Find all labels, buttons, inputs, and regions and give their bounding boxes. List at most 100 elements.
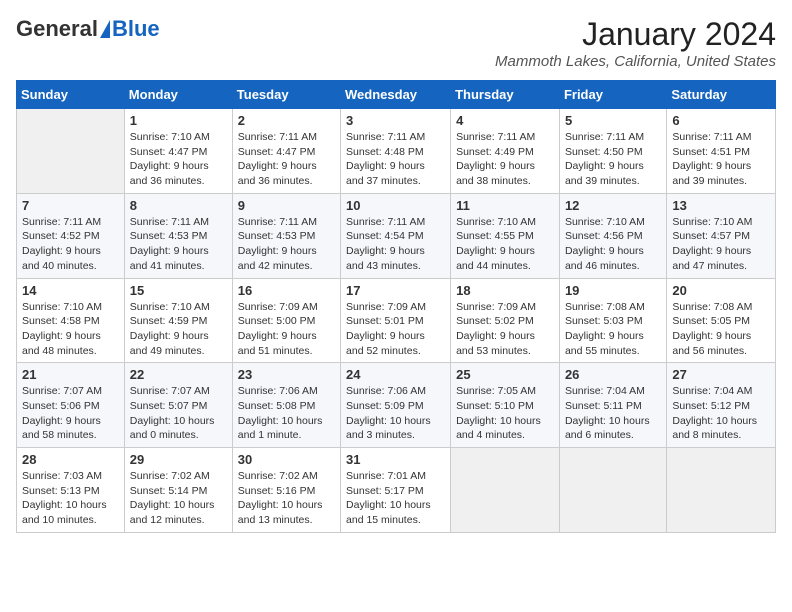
cell-info: Sunrise: 7:07 AMSunset: 5:06 PMDaylight:…: [22, 384, 119, 443]
cell-info: Sunrise: 7:11 AMSunset: 4:53 PMDaylight:…: [130, 215, 227, 274]
day-number: 27: [672, 367, 770, 382]
cell-info: Sunrise: 7:10 AMSunset: 4:56 PMDaylight:…: [565, 215, 661, 274]
day-number: 17: [346, 283, 445, 298]
cell-info: Sunrise: 7:10 AMSunset: 4:58 PMDaylight:…: [22, 300, 119, 359]
calendar-cell: 31 Sunrise: 7:01 AMSunset: 5:17 PMDayligh…: [341, 448, 451, 533]
calendar-cell: 12 Sunrise: 7:10 AMSunset: 4:56 PMDayligh…: [559, 193, 666, 278]
day-number: 26: [565, 367, 661, 382]
day-number: 20: [672, 283, 770, 298]
day-number: 21: [22, 367, 119, 382]
cell-info: Sunrise: 7:11 AMSunset: 4:52 PMDaylight:…: [22, 215, 119, 274]
day-number: 24: [346, 367, 445, 382]
cell-info: Sunrise: 7:09 AMSunset: 5:01 PMDaylight:…: [346, 300, 445, 359]
day-number: 8: [130, 198, 227, 213]
cell-info: Sunrise: 7:09 AMSunset: 5:02 PMDaylight:…: [456, 300, 554, 359]
day-number: 7: [22, 198, 119, 213]
cell-info: Sunrise: 7:11 AMSunset: 4:51 PMDaylight:…: [672, 130, 770, 189]
week-row-1: 1Sunrise: 7:10 AMSunset: 4:47 PMDaylight…: [17, 109, 776, 194]
cell-info: Sunrise: 7:10 AMSunset: 4:57 PMDaylight:…: [672, 215, 770, 274]
cell-info: Sunrise: 7:08 AMSunset: 5:05 PMDaylight:…: [672, 300, 770, 359]
calendar-cell: [559, 448, 666, 533]
cell-info: Sunrise: 7:07 AMSunset: 5:07 PMDaylight:…: [130, 384, 227, 443]
calendar-header-row: SundayMondayTuesdayWednesdayThursdayFrid…: [17, 81, 776, 109]
day-number: 13: [672, 198, 770, 213]
day-number: 9: [238, 198, 335, 213]
day-header-monday: Monday: [124, 81, 232, 109]
day-number: 11: [456, 198, 554, 213]
logo: General Blue: [16, 16, 160, 42]
calendar-cell: 17 Sunrise: 7:09 AMSunset: 5:01 PMDayligh…: [341, 278, 451, 363]
cell-info: Sunrise: 7:09 AMSunset: 5:00 PMDaylight:…: [238, 300, 335, 359]
day-header-thursday: Thursday: [451, 81, 560, 109]
day-number: 25: [456, 367, 554, 382]
calendar-cell: 25 Sunrise: 7:05 AMSunset: 5:10 PMDayligh…: [451, 363, 560, 448]
calendar-cell: 3Sunrise: 7:11 AMSunset: 4:48 PMDaylight…: [341, 109, 451, 194]
calendar-cell: 9Sunrise: 7:11 AMSunset: 4:53 PMDaylight…: [232, 193, 340, 278]
calendar-cell: 7 Sunrise: 7:11 AMSunset: 4:52 PMDaylight…: [17, 193, 125, 278]
month-title: January 2024: [495, 16, 776, 53]
calendar-cell: [451, 448, 560, 533]
calendar-cell: 15 Sunrise: 7:10 AMSunset: 4:59 PMDayligh…: [124, 278, 232, 363]
calendar-cell: 8 Sunrise: 7:11 AMSunset: 4:53 PMDaylight…: [124, 193, 232, 278]
cell-info: Sunrise: 7:10 AMSunset: 4:59 PMDaylight:…: [130, 300, 227, 359]
cell-info: Sunrise: 7:05 AMSunset: 5:10 PMDaylight:…: [456, 384, 554, 443]
calendar-cell: 13 Sunrise: 7:10 AMSunset: 4:57 PMDayligh…: [667, 193, 776, 278]
cell-info: Sunrise: 7:04 AMSunset: 5:11 PMDaylight:…: [565, 384, 661, 443]
cell-info: Sunrise: 7:06 AMSunset: 5:08 PMDaylight:…: [238, 384, 335, 443]
day-number: 16: [238, 283, 335, 298]
location-text: Mammoth Lakes, California, United States: [495, 53, 776, 70]
calendar-cell: 11 Sunrise: 7:10 AMSunset: 4:55 PMDayligh…: [451, 193, 560, 278]
logo-general-text: General: [16, 16, 98, 42]
calendar-cell: 26 Sunrise: 7:04 AMSunset: 5:11 PMDayligh…: [559, 363, 666, 448]
calendar-cell: 28 Sunrise: 7:03 AMSunset: 5:13 PMDayligh…: [17, 448, 125, 533]
day-number: 22: [130, 367, 227, 382]
day-number: 2: [238, 113, 335, 128]
day-number: 4: [456, 113, 554, 128]
cell-info: Sunrise: 7:01 AMSunset: 5:17 PMDaylight:…: [346, 469, 445, 528]
day-number: 15: [130, 283, 227, 298]
cell-info: Sunrise: 7:11 AMSunset: 4:48 PMDaylight:…: [346, 130, 445, 189]
calendar-cell: [667, 448, 776, 533]
cell-info: Sunrise: 7:11 AMSunset: 4:47 PMDaylight:…: [238, 130, 335, 189]
page-header: General Blue January 2024 Mammoth Lakes,…: [16, 16, 776, 70]
calendar-cell: 27 Sunrise: 7:04 AMSunset: 5:12 PMDayligh…: [667, 363, 776, 448]
day-header-friday: Friday: [559, 81, 666, 109]
week-row-2: 7 Sunrise: 7:11 AMSunset: 4:52 PMDaylight…: [17, 193, 776, 278]
day-number: 28: [22, 452, 119, 467]
calendar-cell: 29Sunrise: 7:02 AMSunset: 5:14 PMDayligh…: [124, 448, 232, 533]
calendar-table: SundayMondayTuesdayWednesdayThursdayFrid…: [16, 80, 776, 533]
logo-icon: [100, 20, 110, 38]
day-number: 14: [22, 283, 119, 298]
cell-info: Sunrise: 7:03 AMSunset: 5:13 PMDaylight:…: [22, 469, 119, 528]
calendar-cell: 30Sunrise: 7:02 AMSunset: 5:16 PMDayligh…: [232, 448, 340, 533]
day-header-wednesday: Wednesday: [341, 81, 451, 109]
cell-info: Sunrise: 7:10 AMSunset: 4:47 PMDaylight:…: [130, 130, 227, 189]
calendar-cell: 22 Sunrise: 7:07 AMSunset: 5:07 PMDayligh…: [124, 363, 232, 448]
cell-info: Sunrise: 7:08 AMSunset: 5:03 PMDaylight:…: [565, 300, 661, 359]
calendar-cell: 4Sunrise: 7:11 AMSunset: 4:49 PMDaylight…: [451, 109, 560, 194]
cell-info: Sunrise: 7:10 AMSunset: 4:55 PMDaylight:…: [456, 215, 554, 274]
day-number: 30: [238, 452, 335, 467]
cell-info: Sunrise: 7:04 AMSunset: 5:12 PMDaylight:…: [672, 384, 770, 443]
day-number: 31: [346, 452, 445, 467]
week-row-4: 21 Sunrise: 7:07 AMSunset: 5:06 PMDayligh…: [17, 363, 776, 448]
day-number: 18: [456, 283, 554, 298]
calendar-cell: 24 Sunrise: 7:06 AMSunset: 5:09 PMDayligh…: [341, 363, 451, 448]
day-number: 23: [238, 367, 335, 382]
week-row-3: 14 Sunrise: 7:10 AMSunset: 4:58 PMDayligh…: [17, 278, 776, 363]
day-number: 6: [672, 113, 770, 128]
calendar-cell: 21 Sunrise: 7:07 AMSunset: 5:06 PMDayligh…: [17, 363, 125, 448]
day-number: 12: [565, 198, 661, 213]
day-number: 10: [346, 198, 445, 213]
logo-blue-text: Blue: [112, 16, 160, 42]
day-header-sunday: Sunday: [17, 81, 125, 109]
cell-info: Sunrise: 7:02 AMSunset: 5:14 PMDaylight:…: [130, 469, 227, 528]
calendar-cell: [17, 109, 125, 194]
cell-info: Sunrise: 7:06 AMSunset: 5:09 PMDaylight:…: [346, 384, 445, 443]
calendar-cell: 6 Sunrise: 7:11 AMSunset: 4:51 PMDaylight…: [667, 109, 776, 194]
calendar-cell: 23 Sunrise: 7:06 AMSunset: 5:08 PMDayligh…: [232, 363, 340, 448]
cell-info: Sunrise: 7:11 AMSunset: 4:54 PMDaylight:…: [346, 215, 445, 274]
calendar-cell: 20 Sunrise: 7:08 AMSunset: 5:05 PMDayligh…: [667, 278, 776, 363]
title-area: January 2024 Mammoth Lakes, California, …: [495, 16, 776, 70]
day-header-saturday: Saturday: [667, 81, 776, 109]
